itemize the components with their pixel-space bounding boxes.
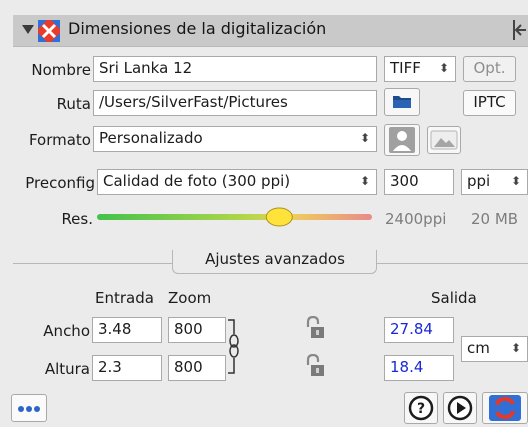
- select-arrows-icon: ⬍: [359, 131, 370, 145]
- preconfig-label: Preconfig: [25, 174, 95, 192]
- altura-input-field[interactable]: 2.3: [92, 355, 162, 381]
- play-icon: [447, 395, 473, 421]
- ancho-zoom-field[interactable]: 800: [168, 317, 226, 343]
- select-arrows-icon: ⬍: [359, 174, 370, 188]
- resolution-unit-value: ppi: [467, 172, 491, 190]
- ancho-input-field[interactable]: 3.48: [92, 317, 162, 343]
- chain-link-icon[interactable]: [226, 318, 240, 376]
- help-icon: ?: [408, 395, 434, 421]
- altura-output-field[interactable]: 18.4: [384, 355, 454, 381]
- resolution-input[interactable]: 300: [384, 169, 454, 195]
- reset-icon: [489, 395, 521, 421]
- preconfig-value: Calidad de foto (300 ppi): [103, 172, 291, 190]
- help-button[interactable]: ?: [404, 392, 438, 424]
- portrait-orientation-button[interactable]: [384, 124, 420, 156]
- disclosure-triangle-icon[interactable]: [22, 25, 34, 34]
- section-divider: [376, 263, 528, 264]
- formato-value: Personalizado: [99, 129, 203, 147]
- more-icon: [18, 406, 40, 412]
- altura-label: Altura: [44, 360, 90, 378]
- file-format-value: TIFF: [390, 59, 421, 77]
- ancho-label: Ancho: [43, 322, 90, 340]
- resolution-unit-select[interactable]: ppi ⬍: [461, 169, 528, 195]
- opt-button[interactable]: Opt.: [463, 56, 516, 82]
- more-button[interactable]: [11, 394, 47, 422]
- file-format-select[interactable]: TIFF ⬍: [384, 56, 456, 82]
- landscape-orientation-button[interactable]: [427, 126, 461, 154]
- panel-title: Dimensiones de la digitalización: [68, 19, 327, 38]
- nombre-label: Nombre: [31, 61, 91, 79]
- select-arrows-icon: ⬍: [438, 61, 449, 75]
- portrait-icon: [389, 127, 415, 153]
- zoom-header: Zoom: [168, 289, 212, 307]
- folder-icon: [393, 96, 411, 108]
- formato-label: Formato: [28, 131, 91, 149]
- scan-frame-icon: [38, 20, 60, 42]
- slider-knob[interactable]: [265, 207, 293, 227]
- svg-text:?: ?: [417, 401, 425, 417]
- formato-select[interactable]: Personalizado ⬍: [93, 126, 377, 152]
- nombre-input[interactable]: Sri Lanka 12: [93, 56, 377, 82]
- advanced-section-title[interactable]: Ajustes avanzados: [182, 250, 368, 268]
- output-unit-value: cm: [467, 339, 490, 357]
- file-size-readout: 20 MB: [471, 210, 519, 228]
- select-arrows-icon: ⬍: [510, 341, 521, 355]
- preconfig-select[interactable]: Calidad de foto (300 ppi) ⬍: [97, 169, 377, 195]
- section-divider: [13, 263, 173, 264]
- entrada-header: Entrada: [95, 289, 154, 307]
- resolution-slider[interactable]: [97, 207, 372, 227]
- res-label: Res.: [61, 210, 93, 228]
- salida-header: Salida: [431, 289, 477, 307]
- exit-icon[interactable]: [506, 17, 528, 43]
- altura-lock-icon[interactable]: [305, 353, 325, 378]
- altura-zoom-field[interactable]: 800: [168, 355, 226, 381]
- ruta-input[interactable]: /Users/SilverFast/Pictures: [93, 90, 377, 116]
- folder-button[interactable]: [384, 88, 420, 116]
- landscape-icon: [430, 130, 458, 150]
- resolution-readout: 2400ppi: [385, 210, 447, 228]
- iptc-button[interactable]: IPTC: [463, 90, 516, 116]
- ancho-output-field[interactable]: 27.84: [384, 317, 454, 343]
- ruta-label: Ruta: [56, 95, 91, 113]
- play-button[interactable]: [443, 392, 477, 424]
- reset-button[interactable]: [482, 392, 528, 424]
- select-arrows-icon: ⬍: [510, 174, 521, 188]
- output-unit-select[interactable]: cm ⬍: [461, 336, 528, 362]
- ancho-lock-icon[interactable]: [305, 315, 325, 340]
